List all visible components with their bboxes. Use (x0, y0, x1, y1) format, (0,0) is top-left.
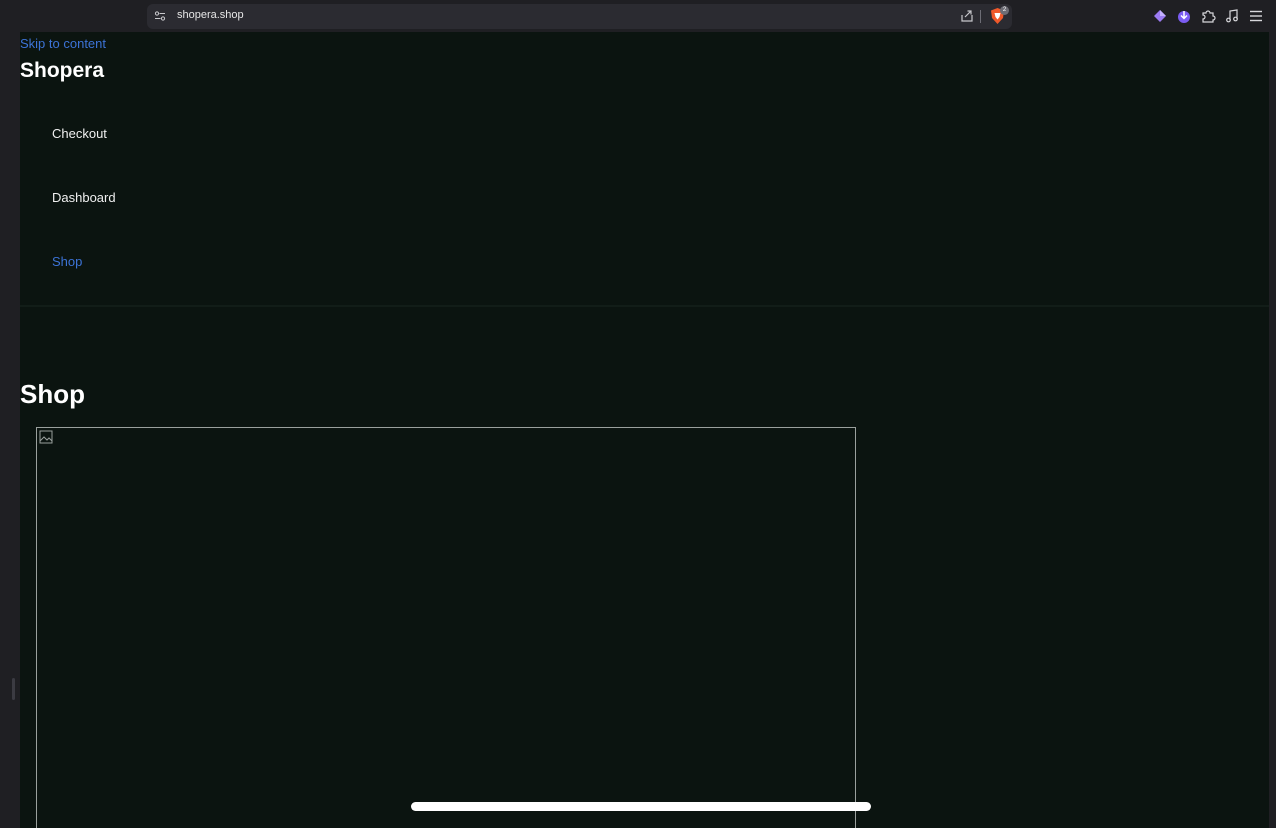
address-bar[interactable]: shopera.shop 2 (147, 4, 1012, 29)
product-image[interactable] (36, 427, 856, 828)
broken-image-icon (39, 430, 53, 444)
extensions-icon[interactable] (1200, 8, 1216, 24)
header-divider (20, 305, 1269, 307)
brave-shield-count: 2 (1000, 6, 1009, 15)
right-window-edge (1269, 32, 1276, 828)
menu-icon[interactable] (1248, 8, 1264, 24)
address-bar-separator (980, 10, 981, 23)
vpn-icon[interactable] (1176, 8, 1192, 24)
nav-item-checkout[interactable]: Checkout (52, 126, 107, 141)
skip-to-content-link[interactable]: Skip to content (20, 36, 106, 51)
share-icon[interactable] (960, 9, 974, 23)
media-player-icon[interactable] (1224, 8, 1240, 24)
page-title: Shop (20, 379, 85, 409)
url-text[interactable]: shopera.shop (177, 9, 244, 21)
site-settings-icon[interactable] (154, 10, 166, 22)
scroll-indicator[interactable] (411, 802, 871, 811)
sidebar-rail (0, 32, 20, 828)
sidebar-resize-handle[interactable] (12, 678, 15, 700)
leo-ai-icon[interactable] (1152, 8, 1168, 24)
brave-shield-icon[interactable]: 2 (988, 6, 1009, 26)
site-title[interactable]: Shopera (20, 59, 104, 83)
nav-item-dashboard[interactable]: Dashboard (52, 190, 116, 205)
web-page: Skip to content Shopera Checkout Dashboa… (20, 32, 1269, 828)
browser-toolbar: shopera.shop 2 (0, 0, 1276, 32)
nav-item-shop[interactable]: Shop (52, 254, 82, 269)
